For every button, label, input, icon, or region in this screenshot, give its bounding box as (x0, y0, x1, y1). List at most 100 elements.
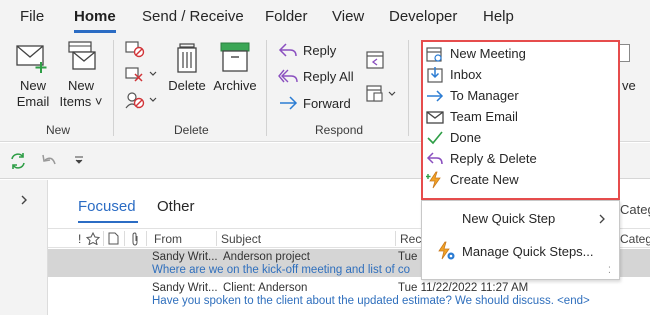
tab-view[interactable]: View (332, 8, 364, 25)
delete-label: Delete (168, 78, 206, 93)
reply-all-icon (278, 69, 298, 83)
quick-step-team-email[interactable]: Team Email (426, 106, 518, 127)
respond-group-label: Respond (315, 123, 364, 137)
quick-step-label: Done (450, 130, 482, 145)
tab-home[interactable]: Home (74, 8, 116, 25)
archive-icon (220, 42, 250, 72)
new-items-label-2: Items ˅ (59, 94, 103, 109)
archive-label: Archive (213, 78, 257, 93)
new-email-button[interactable]: New Email (10, 40, 56, 110)
manage-quick-steps-icon (438, 241, 455, 260)
reply-icon (278, 43, 297, 57)
quick-step-inbox[interactable]: Inbox (426, 64, 482, 85)
quick-step-done[interactable]: Done (426, 127, 481, 148)
menu-bar: File Home Send / Receive Folder View Dev… (0, 0, 650, 34)
archive-button[interactable]: Archive (210, 40, 260, 94)
column-divider (124, 231, 125, 246)
reply-button[interactable]: Reply (278, 42, 336, 58)
new-items-button[interactable]: New Items ˅ (57, 40, 105, 110)
new-email-icon (16, 45, 47, 73)
forward-arrow-icon (280, 96, 298, 110)
customize-toolbar-icon[interactable] (74, 155, 84, 165)
inbox-arrow-icon (427, 66, 443, 83)
lightning-icon (426, 171, 441, 188)
undo-icon[interactable] (40, 152, 58, 170)
importance-column-icon[interactable]: ! (78, 232, 81, 246)
partial-icon (620, 44, 630, 62)
clean-up-icon[interactable] (124, 65, 158, 83)
mail-date: Tue 11/22/2022 11:27 AM (398, 282, 529, 294)
forward-button[interactable]: Forward (278, 95, 351, 111)
mail-date: Tue (398, 251, 418, 263)
send-receive-icon[interactable] (9, 152, 27, 170)
trash-icon (177, 43, 197, 73)
group-divider (266, 40, 267, 136)
new-email-label-1: New (19, 78, 46, 93)
submenu-arrow-icon (599, 214, 605, 224)
delete-group-label: Delete (174, 123, 209, 137)
column-divider (395, 231, 396, 246)
from-column-header[interactable]: From (154, 232, 182, 246)
tab-developer[interactable]: Developer (389, 8, 457, 25)
forward-label: Forward (303, 95, 351, 111)
envelope-icon (426, 110, 444, 124)
categories-column-header[interactable]: Catego (620, 232, 650, 246)
attachment-column-icon[interactable] (130, 232, 140, 246)
more-respond-icon[interactable] (365, 84, 399, 104)
reply-all-button[interactable]: Reply All (278, 68, 354, 84)
reply-all-label: Reply All (303, 68, 354, 84)
tab-send-receive[interactable]: Send / Receive (142, 8, 244, 25)
checkmark-icon (427, 130, 443, 144)
tab-folder[interactable]: Folder (265, 8, 308, 25)
delete-button[interactable]: Delete (166, 40, 208, 94)
quick-step-label: New Meeting (450, 46, 526, 61)
mail-preview: Where are we on the kick-off meeting and… (152, 264, 411, 276)
partial-move-label: ve (622, 78, 636, 93)
tab-file[interactable]: File (20, 8, 44, 25)
mail-row[interactable]: Sandy Writ... Client: Anderson Tue 11/22… (48, 280, 650, 308)
new-items-icon (68, 41, 96, 70)
mail-subject: Anderson project (223, 251, 310, 263)
mail-from: Sandy Writ... (152, 282, 218, 294)
mail-from: Sandy Writ... (152, 251, 218, 263)
arrow-right-icon (427, 89, 444, 102)
reminder-column-icon[interactable] (86, 232, 100, 245)
quick-step-label: To Manager (450, 88, 519, 103)
quick-steps-gallery: New Meeting Inbox To Manager Team Email … (421, 40, 620, 200)
tab-focused[interactable]: Focused (78, 198, 136, 215)
active-tab-indicator (74, 30, 116, 33)
reply-icon (426, 151, 443, 164)
icon-column-icon[interactable] (108, 232, 119, 245)
focused-tab-indicator (78, 221, 138, 223)
new-email-label-2: Email (16, 94, 50, 109)
new-quick-step-menu-item[interactable]: New Quick Step (462, 211, 555, 226)
column-divider (103, 231, 104, 246)
tab-other[interactable]: Other (157, 198, 195, 215)
quick-step-new-meeting[interactable]: New Meeting (426, 43, 526, 64)
subject-column-header[interactable]: Subject (221, 232, 261, 246)
quick-step-to-manager[interactable]: To Manager (426, 85, 519, 106)
meeting-reply-icon[interactable] (365, 49, 385, 71)
manage-quick-steps-menu-item[interactable]: Manage Quick Steps... (462, 244, 594, 259)
resize-grip-icon[interactable]: ⁚ (608, 265, 611, 276)
quick-step-reply-delete[interactable]: Reply & Delete (426, 148, 537, 169)
quick-step-label: Inbox (450, 67, 482, 82)
mail-preview: Have you spoken to the client about the … (152, 295, 590, 307)
tab-help[interactable]: Help (483, 8, 514, 25)
arrange-by-partial[interactable]: Categ (620, 202, 650, 217)
ignore-icon[interactable] (124, 40, 146, 58)
quick-steps-menu: New Quick Step Manage Quick Steps... ⁚ (421, 200, 620, 280)
column-divider (146, 231, 147, 246)
quick-step-label: Team Email (450, 109, 518, 124)
new-group-label: New (46, 123, 71, 137)
quick-step-label: Reply & Delete (450, 151, 537, 166)
reply-label: Reply (303, 42, 337, 58)
expand-chevron-icon[interactable] (19, 194, 29, 206)
group-divider (113, 40, 114, 136)
group-divider (408, 40, 409, 136)
quick-step-create-new[interactable]: Create New (426, 169, 519, 190)
calendar-icon (426, 46, 442, 62)
folder-pane (0, 180, 48, 315)
new-items-label-1: New (67, 78, 94, 93)
junk-icon[interactable] (124, 90, 158, 110)
